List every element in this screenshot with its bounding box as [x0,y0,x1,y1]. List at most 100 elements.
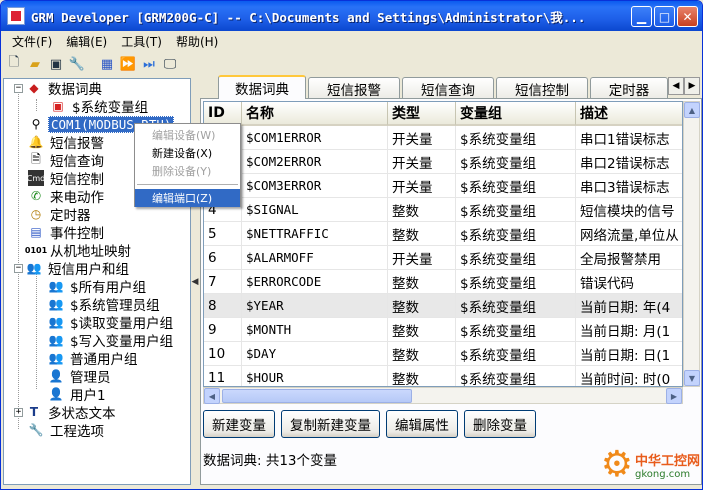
table-cell: 错误代码 [576,270,682,294]
tree-item-admin-group[interactable]: 👥 $系统管理员组 [48,295,162,314]
table-cell: 开关量 [388,246,456,270]
group-icon: 👥 [48,315,64,329]
table-cell: 6 [204,246,242,270]
wrench-icon[interactable]: 🔧 [68,55,86,73]
tree-item-system-var-group[interactable]: ▣ $系统变量组 [50,97,150,116]
column-header-name[interactable]: 名称 [242,102,388,126]
table-row[interactable]: 10 $DAY 整数 $系统变量组 当前日期: 日(1 [204,342,682,366]
column-header-group[interactable]: 变量组 [456,102,576,126]
tree-item-user1[interactable]: 👤 用户1 [48,385,108,404]
delete-variable-button[interactable]: 删除变量 [464,410,536,438]
tree-item-incoming-call[interactable]: ✆ 来电动作 [28,187,106,206]
menu-file[interactable]: 文件(F) [5,33,59,50]
tab-sms-alarm[interactable]: 短信报警 [308,77,400,99]
menu-tools[interactable]: 工具(T) [114,33,169,50]
table-cell: $ERRORCODE [242,270,388,294]
table-cell: 11 [204,366,242,386]
column-header-type[interactable]: 类型 [388,102,456,126]
tree-item-sms-control[interactable]: Cmd 短信控制 [27,169,106,188]
tab-sms-control[interactable]: 短信控制 [496,77,588,99]
upload-icon[interactable]: ⏭ [140,55,158,73]
scroll-thumb[interactable] [222,389,412,403]
vertical-scrollbar[interactable]: ▲ ▼ [683,101,700,387]
tree-item-read-var-group[interactable]: 👥 $读取变量用户组 [48,313,175,332]
tree-item-sms-alarm[interactable]: 🔔 短信报警 [28,133,106,152]
table-cell: $系统变量组 [456,126,576,150]
table-row[interactable]: 4 $SIGNAL 整数 $系统变量组 短信模块的信号 [204,198,682,222]
table-row[interactable]: 3$COM3ERROR开关量$系统变量组串口3错误标志 [204,174,682,198]
event-icon: ▤ [30,225,42,239]
scroll-up-icon[interactable]: ▲ [684,102,700,118]
group-icon: 👥 [48,297,64,311]
scroll-left-icon[interactable]: ◀ [204,388,220,404]
minimize-button[interactable]: ▁ [631,6,652,27]
tree-item-normal-user-group[interactable]: 👥 普通用户组 [48,349,140,368]
table-cell: 7 [204,270,242,294]
table-row[interactable]: 2$COM2ERROR开关量$系统变量组串口2错误标志 [204,150,682,174]
tab-scroll-right-icon[interactable]: ▶ [684,77,700,95]
variables-grid[interactable]: ID 名称 类型 变量组 描述 1$COM1ERROR开关量$系统变量组串口1错… [203,101,683,387]
menu-new-device[interactable]: 新建设备(X) [135,144,240,162]
tab-timer[interactable]: 定时器 [590,77,668,99]
table-cell: $系统变量组 [456,294,576,318]
copy-new-variable-button[interactable]: 复制新建变量 [281,410,380,438]
maximize-button[interactable]: □ [654,6,675,27]
grid-header: ID 名称 类型 变量组 描述 [204,102,682,126]
table-cell: $COM3ERROR [242,174,388,198]
open-folder-icon[interactable]: ▰ [26,55,44,73]
table-cell: 当前日期: 月(1 [576,318,682,342]
download-icon[interactable]: ⏩ [119,55,137,73]
table-row[interactable]: 7 $ERRORCODE 整数 $系统变量组 错误代码 [204,270,682,294]
new-variable-button[interactable]: 新建变量 [203,410,275,438]
table-row[interactable]: 8 $YEAR 整数 $系统变量组 当前日期: 年(4 [204,294,682,318]
tree-item-timer[interactable]: ◷ 定时器 [28,205,93,224]
menu-edit-port[interactable]: 编辑端口(Z) [135,189,240,207]
save-icon[interactable]: ▣ [47,55,65,73]
tab-scroll-left-icon[interactable]: ◀ [668,77,684,95]
table-cell: 串口3错误标志 [576,174,682,198]
tree-item-multistate-text[interactable]: + T 多状态文本 [14,403,118,422]
window-title: GRM Developer [GRM200G-C] -- C:\Document… [31,9,586,25]
scroll-right-icon[interactable]: ▶ [666,388,682,404]
table-row[interactable]: 9 $MONTH 整数 $系统变量组 当前日期: 月(1 [204,318,682,342]
tree-item-event-control[interactable]: ▤ 事件控制 [28,223,106,242]
tree-item-data-dictionary[interactable]: − ◆ 数据词典 [14,79,104,98]
tree-item-all-users-group[interactable]: 👥 $所有用户组 [48,277,148,296]
column-header-desc[interactable]: 描述 [576,102,682,126]
table-row[interactable]: 11 $HOUR 整数 $系统变量组 当前时间: 时(0 [204,366,682,386]
tree-item-write-var-group[interactable]: 👥 $写入变量用户组 [48,331,175,350]
menu-help[interactable]: 帮助(H) [169,33,225,50]
table-cell: $系统变量组 [456,174,576,198]
close-button[interactable]: ✕ [677,6,698,27]
menu-edit[interactable]: 编辑(E) [59,33,114,50]
table-cell: $系统变量组 [456,246,576,270]
tree-item-slave-mapping[interactable]: 0101 从机地址映射 [25,241,133,260]
tree-item-sms-query[interactable]: 🗎 短信查询 [28,151,106,171]
collapse-icon[interactable]: − [14,263,23,273]
new-file-icon[interactable]: 🗋 [5,55,23,73]
tab-sms-query[interactable]: 短信查询 [402,77,494,99]
collapse-icon[interactable]: − [14,83,23,93]
tree-item-admin-user[interactable]: 👤 管理员 [48,367,113,386]
horizontal-scrollbar[interactable]: ◀ ▶ [203,387,683,404]
tools-icon: 🔧 [28,423,44,437]
edit-properties-button[interactable]: 编辑属性 [386,410,458,438]
menu-delete-device[interactable]: 删除设备(Y) [135,162,240,180]
chevron-left-icon[interactable]: ◀ [192,277,199,287]
menu-edit-device[interactable]: 编辑设备(W) [135,126,240,144]
table-cell: $HOUR [242,366,388,386]
table-row[interactable]: 5 $NETTRAFFIC 整数 $系统变量组 网络流量,单位从 [204,222,682,246]
grid-icon[interactable]: ▦ [98,55,116,73]
monitor-icon[interactable]: 🖵 [161,55,179,73]
tree-item-sms-users[interactable]: − 👥 短信用户和组 [14,259,131,278]
title-bar[interactable]: GRM Developer [GRM200G-C] -- C:\Document… [1,1,702,31]
table-cell: $ALARMOFF [242,246,388,270]
table-row[interactable]: 1$COM1ERROR开关量$系统变量组串口1错误标志 [204,126,682,150]
tab-data-dictionary[interactable]: 数据词典 [218,75,306,99]
group-icon: 👥 [48,279,64,293]
table-cell: $系统变量组 [456,270,576,294]
tree-item-project-options[interactable]: 🔧 工程选项 [28,421,106,440]
scroll-down-icon[interactable]: ▼ [684,370,700,386]
table-row[interactable]: 6 $ALARMOFF 开关量 $系统变量组 全局报警禁用 [204,246,682,270]
expand-icon[interactable]: + [14,407,23,417]
